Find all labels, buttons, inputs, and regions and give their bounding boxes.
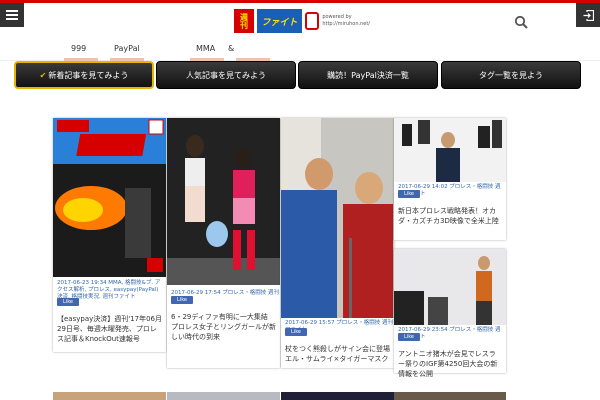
category-nav: 999 PayPal MMA & xyxy=(0,36,600,61)
top-bar: 週刊 ファイト powered by http://miruhon.net/ xyxy=(0,0,600,36)
tab-label: 人気記事を見てみよう xyxy=(186,70,266,80)
logo-powered: powered by http://miruhon.net/ xyxy=(322,14,370,28)
article-thumbnail xyxy=(281,118,394,318)
article-card-5[interactable]: 2017-06-29 23:54 プロレス・格闘技 週刊ファイト Like アン… xyxy=(394,249,506,378)
article-thumbnail xyxy=(167,118,280,285)
facebook-like-button[interactable]: Like xyxy=(398,190,420,198)
site-logo[interactable]: 週刊 ファイト powered by http://miruhon.net/ xyxy=(234,7,370,35)
article-title[interactable]: 6・29ディファ有明に一大集結 プロレス女子とリングガールが新しい時代の到来 xyxy=(171,312,276,342)
tab-new-articles[interactable]: ✔ 新着記事を見てみよう xyxy=(14,61,154,89)
facebook-like-button[interactable]: Like xyxy=(57,298,79,306)
tab-label: 購読！PayPal決済一覧 xyxy=(327,70,409,80)
article-thumbnail xyxy=(394,249,506,325)
tab-tag-list[interactable]: タグ一覧を見よう xyxy=(441,61,581,89)
logo-brand-text: ファイト xyxy=(257,9,302,33)
nav-item-amp[interactable]: & xyxy=(228,44,234,53)
nav-item-999[interactable]: 999 xyxy=(71,44,86,53)
next-row-thumbnails xyxy=(53,392,506,400)
nav-item-mma[interactable]: MMA xyxy=(196,44,215,53)
logo-emblem xyxy=(304,12,320,30)
login-icon xyxy=(583,9,594,21)
tab-paypal-list[interactable]: 購読！PayPal決済一覧 xyxy=(298,61,438,89)
article-card-2[interactable]: 2017-06-29 17:54 プロレス・格闘技 週刊ファイト Like 6・… xyxy=(167,118,280,368)
login-button[interactable] xyxy=(576,3,600,27)
menu-button[interactable] xyxy=(0,3,24,27)
logo-weekly-mark: 週刊 xyxy=(234,9,254,33)
article-thumbnail xyxy=(53,118,166,277)
article-card-1[interactable]: 2017-06-23 19:34 MMA, 格闘技&プ. アクセス解析, プロレ… xyxy=(53,118,166,352)
article-title[interactable]: 杖をつく熊殺しがサイン会に登場 エル・サムライ×タイガーマスク xyxy=(285,344,397,364)
facebook-like-button[interactable]: Like xyxy=(398,333,420,341)
facebook-like-button[interactable]: Like xyxy=(171,296,193,304)
check-icon: ✔ xyxy=(39,70,47,80)
article-thumbnail xyxy=(394,118,506,182)
facebook-like-button[interactable]: Like xyxy=(285,328,307,336)
article-title[interactable]: アントニオ猪木が会見でレスラー祭りのIGF第4250回大会の新情報を公開 xyxy=(398,349,502,379)
search-icon[interactable] xyxy=(514,15,528,29)
tab-popular-articles[interactable]: 人気記事を見てみよう xyxy=(156,61,296,89)
article-title[interactable]: 【easypay決済】週刊'17年06月29日号、毎週木曜発売、プロレス記事＆K… xyxy=(57,314,162,344)
nav-item-paypal[interactable]: PayPal xyxy=(114,44,140,53)
tab-label: タグ一覧を見よう xyxy=(479,70,543,80)
article-card-4[interactable]: 2017-06-29 14:02 プロレス・格闘技 週刊ファイト Like 新日… xyxy=(394,118,506,240)
hamburger-icon xyxy=(6,14,18,16)
logo-powered-text: powered by xyxy=(322,14,352,20)
logo-domain: http://miruhon.net/ xyxy=(322,21,370,27)
tab-label: 新着記事を見てみよう xyxy=(48,70,129,80)
tab-row: ✔ 新着記事を見てみよう 人気記事を見てみよう 購読！PayPal決済一覧 タグ… xyxy=(14,61,582,89)
article-card-3[interactable]: 2017-06-29 15:57 プロレス・格闘技 週刊ファイト Like 杖を… xyxy=(281,118,397,368)
article-title[interactable]: 新日本プロレス戦略発表！オカダ・カズチカ3D映像で全米上陸 xyxy=(398,206,502,226)
